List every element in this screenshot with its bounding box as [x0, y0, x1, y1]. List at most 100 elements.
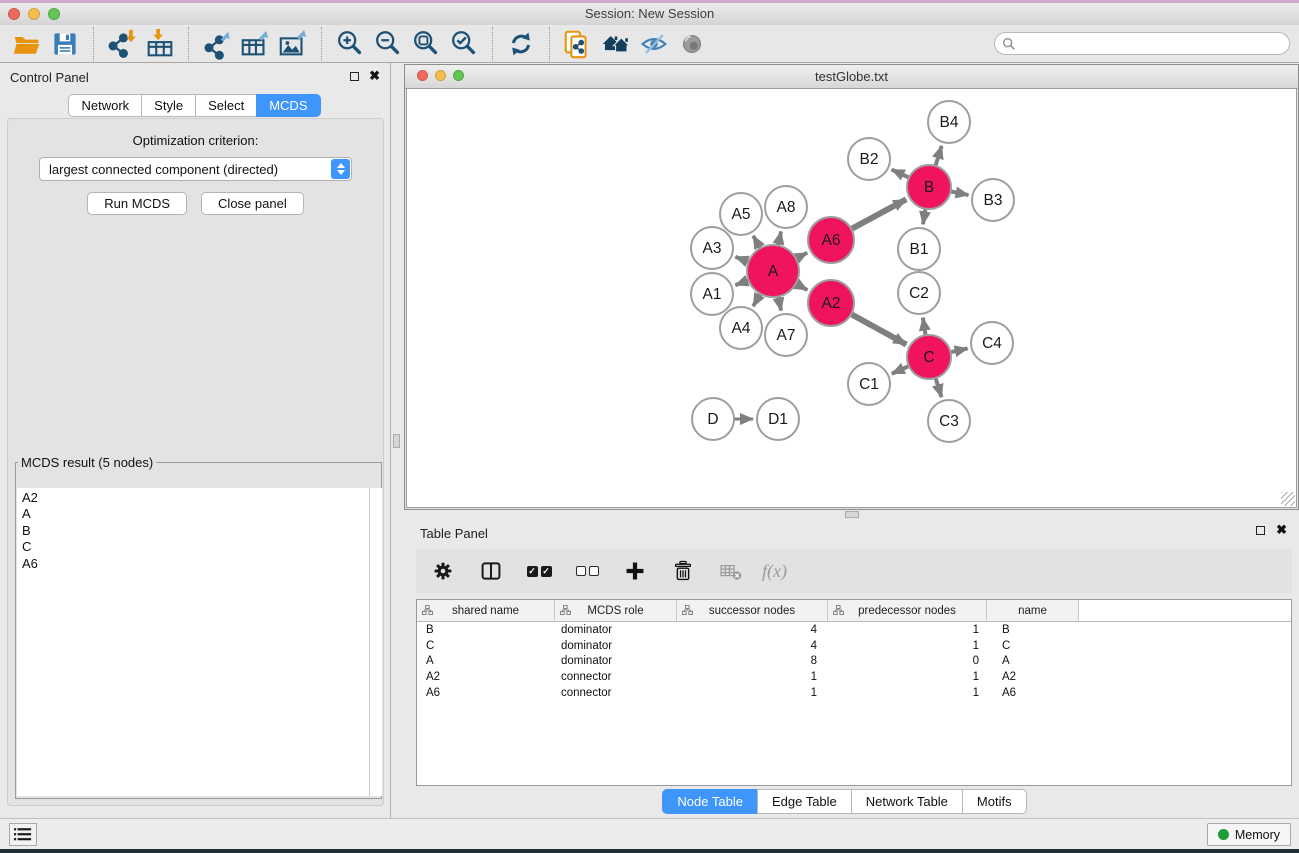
zoom-out-button[interactable]	[369, 27, 407, 61]
tab-network[interactable]: Network	[68, 94, 142, 117]
table-cell[interactable]: 1	[677, 671, 828, 683]
horizontal-split-handle[interactable]	[845, 511, 859, 518]
mcds-result-item[interactable]: A6	[22, 556, 370, 572]
column-header-predecessor-nodes[interactable]: predecessor nodes	[828, 600, 987, 621]
graph-edge-B-B1[interactable]	[923, 208, 926, 225]
open-session-button[interactable]	[8, 27, 46, 61]
mcds-result-item[interactable]: A	[22, 506, 370, 522]
import-table-button[interactable]	[141, 27, 179, 61]
network-canvas[interactable]: AA6A2BCA5A8A3A1A4A7B2B4B3B1C2C4C1C3DD1	[406, 88, 1297, 508]
hide-annotations-button[interactable]	[635, 27, 673, 61]
graph-edge-A-A3[interactable]	[735, 257, 749, 262]
table-cell[interactable]: A	[987, 655, 1079, 667]
delete-table-button[interactable]	[714, 554, 748, 588]
network-window-titlebar[interactable]: testGlobe.txt	[405, 65, 1298, 89]
graph-edge-A-A2[interactable]	[795, 283, 807, 290]
run-mcds-button[interactable]: Run MCDS	[87, 192, 187, 215]
show-view-button[interactable]	[673, 27, 711, 61]
main-titlebar[interactable]: Session: New Session	[0, 3, 1299, 26]
mcds-result-item[interactable]: C	[22, 539, 370, 555]
export-table-button[interactable]	[236, 27, 274, 61]
search-input[interactable]	[1021, 34, 1289, 54]
save-session-button[interactable]	[46, 27, 84, 61]
mcds-result-item[interactable]: A2	[22, 490, 370, 506]
close-panel-button[interactable]: Close panel	[201, 192, 304, 215]
delete-column-button[interactable]	[666, 554, 700, 588]
column-header-successor-nodes[interactable]: successor nodes	[677, 600, 828, 621]
graph-edge-A6-B[interactable]	[850, 199, 906, 229]
table-row[interactable]: A2connector11A2	[417, 669, 1291, 685]
zoom-fit-button[interactable]	[407, 27, 445, 61]
table-cell[interactable]: B	[417, 624, 555, 636]
graph-edge-B-B3[interactable]	[950, 191, 969, 195]
column-header-MCDS-role[interactable]: MCDS role	[555, 600, 677, 621]
table-cell[interactable]: 4	[677, 640, 828, 652]
show-column-panel-button[interactable]	[474, 554, 508, 588]
tab-edge-table[interactable]: Edge Table	[757, 789, 852, 814]
table-cell[interactable]: 1	[828, 671, 987, 683]
import-network-button[interactable]	[103, 27, 141, 61]
search-box[interactable]	[994, 32, 1290, 55]
graph-edge-A-A1[interactable]	[735, 280, 749, 285]
zoom-in-button[interactable]	[331, 27, 369, 61]
graph-edge-C-C1[interactable]	[892, 366, 910, 374]
graph-edge-C-C2[interactable]	[923, 318, 926, 337]
table-cell[interactable]: connector	[555, 687, 677, 699]
float-table-panel-icon[interactable]	[1256, 526, 1265, 535]
table-cell[interactable]: 1	[828, 624, 987, 636]
table-cell[interactable]: A6	[987, 687, 1079, 699]
table-cell[interactable]: A6	[417, 687, 555, 699]
table-row[interactable]: Adominator80A	[417, 654, 1291, 670]
table-row[interactable]: Bdominator41B	[417, 622, 1291, 638]
graph-edge-A-A7[interactable]	[778, 295, 781, 310]
graph-edge-A-A8[interactable]	[778, 231, 781, 246]
cyndex-button[interactable]	[559, 27, 597, 61]
table-cell[interactable]: A2	[417, 671, 555, 683]
criterion-select[interactable]: largest connected component (directed)	[39, 157, 352, 181]
tab-network-table[interactable]: Network Table	[851, 789, 963, 814]
table-cell[interactable]: A2	[987, 671, 1079, 683]
graph-edge-C-C4[interactable]	[949, 348, 967, 352]
graph-edge-A-A5[interactable]	[753, 236, 761, 249]
add-column-button[interactable]	[618, 554, 652, 588]
column-header-name[interactable]: name	[987, 600, 1079, 621]
home-network-button[interactable]	[597, 27, 635, 61]
export-image-button[interactable]	[274, 27, 312, 61]
task-history-button[interactable]	[9, 823, 37, 846]
column-header-shared-name[interactable]: shared name	[417, 600, 555, 621]
table-row[interactable]: A6connector11A6	[417, 685, 1291, 701]
mcds-list-scrollbar[interactable]	[369, 488, 382, 796]
function-builder-button[interactable]: f(x)	[762, 554, 787, 588]
export-network-button[interactable]	[198, 27, 236, 61]
tab-select[interactable]: Select	[195, 94, 257, 117]
mcds-result-item[interactable]: B	[22, 523, 370, 539]
memory-button[interactable]: Memory	[1207, 823, 1291, 846]
tab-mcds[interactable]: MCDS	[256, 94, 320, 117]
table-settings-button[interactable]	[426, 554, 460, 588]
graph-edge-B-B2[interactable]	[892, 170, 910, 179]
table-cell[interactable]: C	[987, 640, 1079, 652]
table-cell[interactable]: A	[417, 655, 555, 667]
tab-motifs[interactable]: Motifs	[962, 789, 1027, 814]
table-row[interactable]: Cdominator41C	[417, 638, 1291, 654]
table-cell[interactable]: C	[417, 640, 555, 652]
vertical-split-handle[interactable]	[393, 434, 400, 448]
table-cell[interactable]: dominator	[555, 640, 677, 652]
float-panel-icon[interactable]	[350, 72, 359, 81]
tab-style[interactable]: Style	[141, 94, 196, 117]
table-cell[interactable]: 1	[677, 687, 828, 699]
table-cell[interactable]: 8	[677, 655, 828, 667]
table-cell[interactable]: dominator	[555, 655, 677, 667]
table-cell[interactable]: connector	[555, 671, 677, 683]
close-table-panel-icon[interactable]: ✖	[1276, 522, 1287, 538]
zoom-selected-button[interactable]	[445, 27, 483, 61]
table-cell[interactable]: 4	[677, 624, 828, 636]
table-cell[interactable]: B	[987, 624, 1079, 636]
select-all-rows-button[interactable]: ✓ ✓	[522, 554, 556, 588]
table-cell[interactable]: 0	[828, 655, 987, 667]
resize-grip[interactable]	[1281, 492, 1295, 506]
graph-edge-C-C3[interactable]	[935, 377, 941, 397]
refresh-button[interactable]	[502, 27, 540, 61]
table-cell[interactable]: 1	[828, 687, 987, 699]
table-cell[interactable]: dominator	[555, 624, 677, 636]
